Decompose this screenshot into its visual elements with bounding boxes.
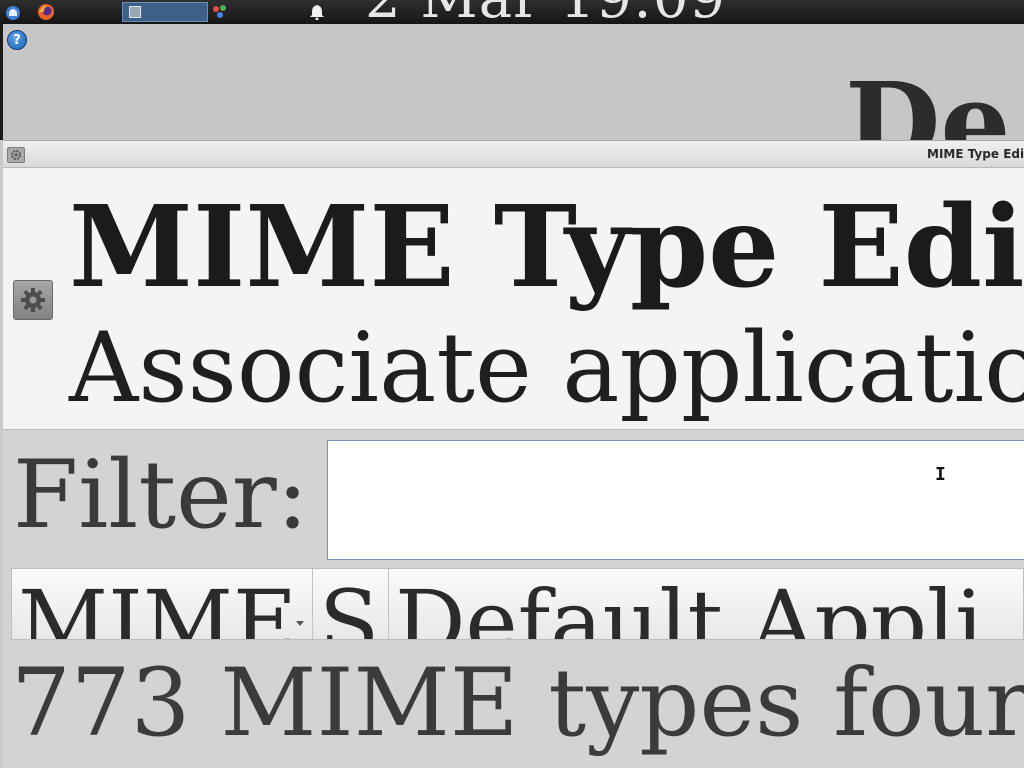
desktop-background: ? De — [0, 24, 1024, 140]
dialog-subtitle: Associate applicatio — [69, 312, 1024, 424]
help-icon[interactable]: ? — [7, 30, 27, 50]
filter-row: Filter: I — [3, 430, 1024, 566]
mime-table-header: MIME S Default Appli — [11, 568, 1024, 640]
column-header-default-application[interactable]: Default Appli — [389, 569, 1023, 640]
app-menu-icon[interactable] — [3, 2, 23, 22]
gear-icon — [13, 280, 53, 320]
gear-icon[interactable] — [7, 147, 25, 163]
taskbar: 2 Mar 19:09 — [0, 0, 1024, 24]
column-header-mime[interactable]: MIME — [12, 569, 313, 640]
dialog-title: MIME Type Edi — [69, 182, 1024, 313]
column-header-label: MIME — [18, 571, 298, 640]
status-text: 773 MIME types four — [11, 649, 1024, 758]
background-window-title: De — [845, 58, 1011, 141]
window-title: MIME Type Edi — [927, 147, 1024, 161]
bell-icon[interactable] — [308, 2, 326, 22]
clock[interactable]: 2 Mar 19:09 — [365, 0, 726, 24]
dialog-header: MIME Type Edi Associate applicatio — [3, 168, 1024, 430]
sort-arrow-icon[interactable] — [296, 621, 304, 626]
column-header-label: S — [319, 571, 380, 640]
window-titlebar[interactable]: MIME Type Edi — [3, 140, 1024, 168]
firefox-icon[interactable] — [36, 2, 56, 22]
window-task-icon[interactable] — [122, 2, 208, 22]
column-header-label: Default Appli — [395, 571, 984, 640]
paint-icon[interactable] — [210, 2, 230, 22]
filter-input[interactable] — [327, 440, 1024, 560]
filter-label: Filter: — [13, 441, 309, 550]
column-header-status[interactable]: S — [313, 569, 389, 640]
text-cursor-icon: I — [935, 464, 946, 485]
mime-type-editor-window: MIME Type Edi MIME Type Edi Associate ap… — [3, 140, 1024, 768]
